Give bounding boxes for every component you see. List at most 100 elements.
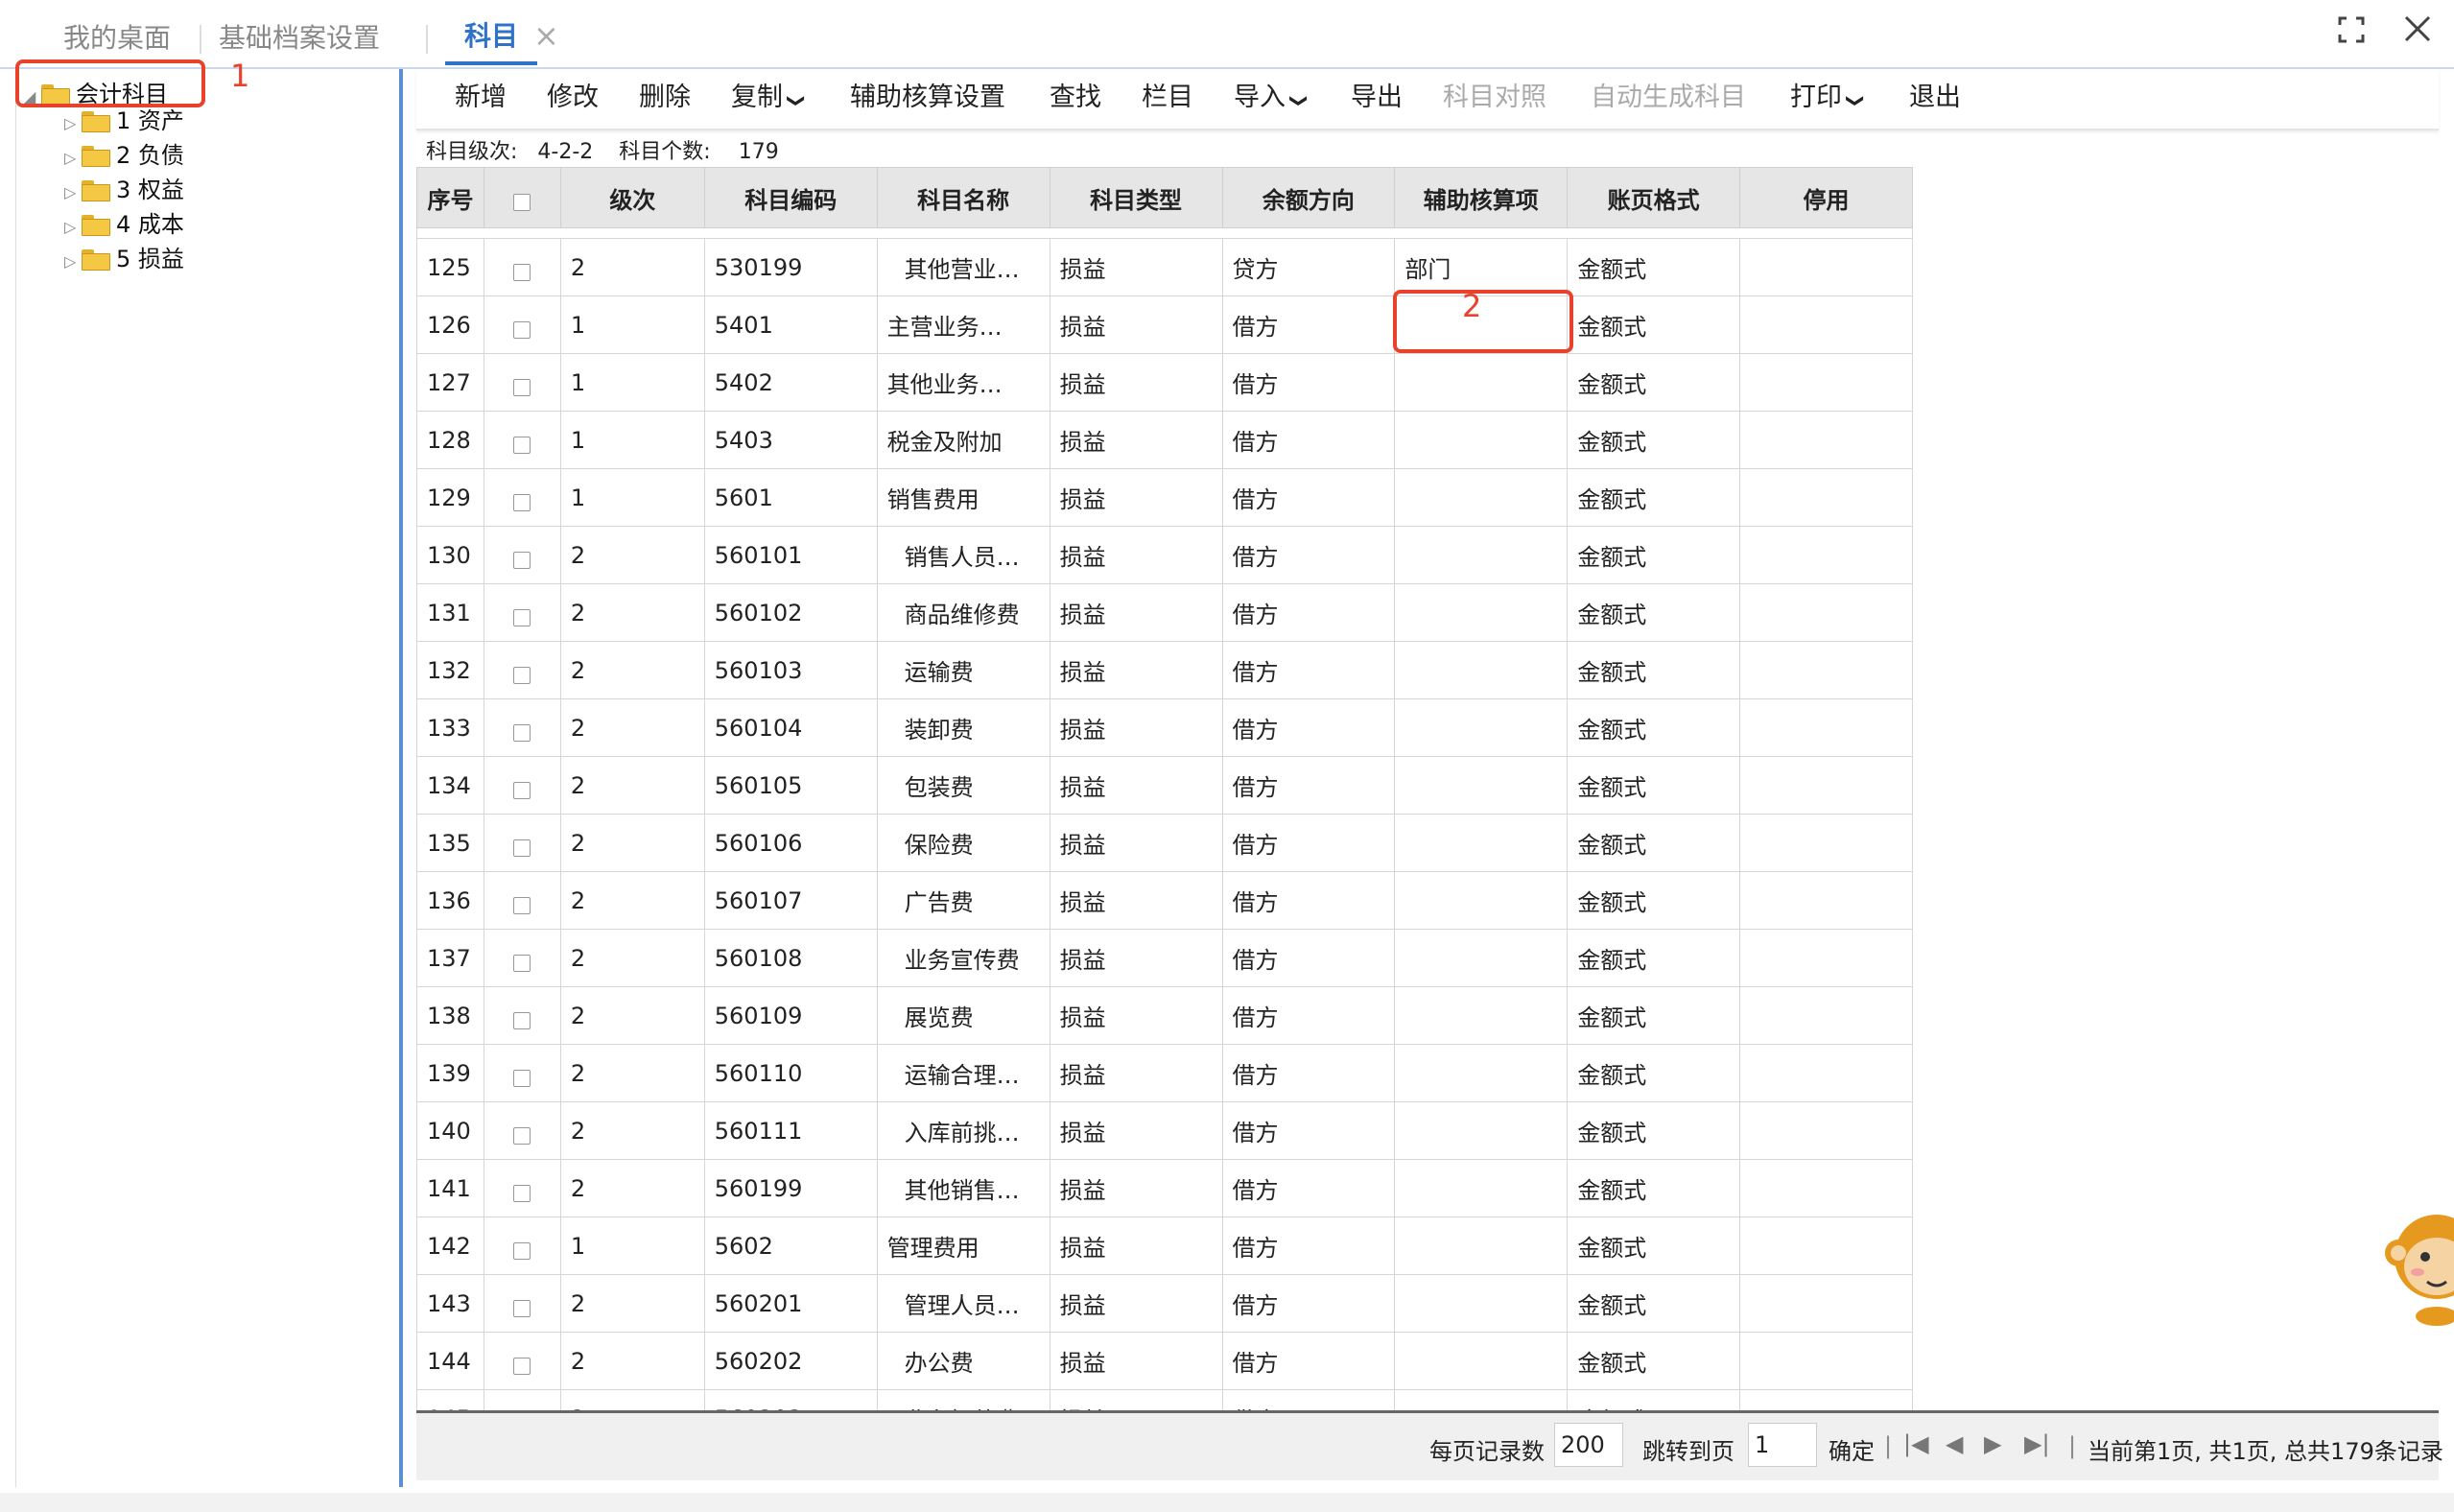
- cell-type[interactable]: 损益: [1049, 411, 1223, 469]
- row-checkbox-input[interactable]: [513, 1184, 531, 1202]
- cell-type[interactable]: 损益: [1049, 814, 1223, 872]
- cell-level[interactable]: 2: [559, 641, 705, 699]
- cell-disabled[interactable]: [1739, 353, 1913, 412]
- cell-ledger-format[interactable]: 金额式: [1567, 1217, 1741, 1275]
- row-checkbox-input[interactable]: [513, 320, 531, 339]
- close-icon[interactable]: ×: [533, 17, 559, 54]
- cell-disabled[interactable]: [1739, 1159, 1913, 1217]
- row-checkbox-input[interactable]: [513, 1069, 531, 1087]
- cell-code[interactable]: 560202: [703, 1332, 878, 1390]
- row-checkbox-input[interactable]: [513, 493, 531, 511]
- columns-button[interactable]: 栏目: [1142, 79, 1193, 117]
- cell-aux-item[interactable]: [1394, 756, 1569, 815]
- cell-ledger-format[interactable]: 金额式: [1567, 929, 1741, 987]
- cell-index[interactable]: 141: [416, 1159, 484, 1217]
- cell-aux-item[interactable]: [1394, 468, 1569, 527]
- cell-disabled[interactable]: [1739, 468, 1913, 527]
- cell-disabled[interactable]: [1739, 526, 1913, 584]
- cell-ledger-format[interactable]: 金额式: [1567, 1044, 1741, 1102]
- cell-level[interactable]: 1: [559, 295, 705, 354]
- cell-name[interactable]: 业务招待费: [876, 1389, 1050, 1410]
- cell-type[interactable]: 损益: [1049, 986, 1223, 1045]
- cell-code[interactable]: 560106: [703, 814, 878, 872]
- cell-aux-item[interactable]: [1394, 1217, 1569, 1275]
- cell-balance-direction[interactable]: 借方: [1221, 929, 1396, 987]
- cell-level[interactable]: 2: [559, 1274, 705, 1333]
- cell-level[interactable]: 2: [559, 526, 705, 584]
- table-row[interactable]: 128 1 5403 税金及附加 损益 借方 金额式: [416, 411, 1913, 469]
- table-row[interactable]: 139 2 560110 运输合理… 损益 借方 金额式: [416, 1044, 1913, 1102]
- row-checkbox-input[interactable]: [513, 1241, 531, 1260]
- cell-code[interactable]: 560108: [703, 929, 878, 987]
- cell-disabled[interactable]: [1739, 1101, 1913, 1160]
- table-row[interactable]: 137 2 560108 业务宣传费 损益 借方 金额式: [416, 929, 1913, 987]
- cell-type[interactable]: 损益: [1049, 238, 1223, 296]
- row-checkbox-input[interactable]: [513, 608, 531, 626]
- cell-aux-item[interactable]: [1394, 1159, 1569, 1217]
- cell-disabled[interactable]: [1739, 986, 1913, 1045]
- cell-name[interactable]: 装卸费: [876, 698, 1050, 757]
- row-checkbox-input[interactable]: [513, 839, 531, 857]
- cell-name[interactable]: 展览费: [876, 986, 1050, 1045]
- cell-aux-item[interactable]: [1394, 526, 1569, 584]
- cell-type[interactable]: 损益: [1049, 756, 1223, 815]
- row-checkbox-input[interactable]: [513, 666, 531, 684]
- cell-code[interactable]: 560104: [703, 698, 878, 757]
- cell-disabled[interactable]: [1739, 1274, 1913, 1333]
- cell-balance-direction[interactable]: 借方: [1221, 641, 1396, 699]
- jump-page-input[interactable]: 1: [1748, 1423, 1817, 1467]
- cell-aux-item[interactable]: [1394, 641, 1569, 699]
- subject-grid[interactable]: 序号 级次 科目编码 科目名称 科目类型 余额方向 辅助核算项 账页格式 停用 …: [416, 167, 1913, 1410]
- confirm-button[interactable]: 确定: [1829, 1432, 1875, 1466]
- table-row[interactable]: 125 2 530199 其他营业… 损益 贷方 部门 金额式: [416, 238, 1913, 296]
- col-header-code[interactable]: 科目编码: [703, 167, 878, 228]
- cell-aux-item[interactable]: [1394, 1101, 1569, 1160]
- cell-ledger-format[interactable]: 金额式: [1567, 526, 1741, 584]
- cell-balance-direction[interactable]: 贷方: [1221, 238, 1396, 296]
- table-row[interactable]: 145 2560203业务招待费损益借方 金额式: [416, 1389, 1913, 1410]
- export-button[interactable]: 导出: [1351, 79, 1403, 117]
- cell-ledger-format[interactable]: 金额式: [1567, 411, 1741, 469]
- cell-ledger-format[interactable]: 金额式: [1567, 871, 1741, 930]
- cell-code[interactable]: 560103: [703, 641, 878, 699]
- table-row[interactable]: 131 2 560102 商品维修费 损益 借方 金额式: [416, 583, 1913, 642]
- cell-name[interactable]: 办公费: [876, 1332, 1050, 1390]
- cell-type[interactable]: 损益: [1049, 1274, 1223, 1333]
- col-header-disabled[interactable]: 停用: [1739, 167, 1913, 228]
- col-header-type[interactable]: 科目类型: [1049, 167, 1223, 228]
- cell-disabled[interactable]: [1739, 1389, 1913, 1410]
- cell-code[interactable]: 560110: [703, 1044, 878, 1102]
- cell-ledger-format[interactable]: 金额式: [1567, 1101, 1741, 1160]
- cell-disabled[interactable]: [1739, 641, 1913, 699]
- cell-index[interactable]: 130: [416, 526, 484, 584]
- cell-name[interactable]: 税金及附加: [876, 411, 1050, 469]
- cell-ledger-format[interactable]: 金额式: [1567, 698, 1741, 757]
- cell-index[interactable]: 143: [416, 1274, 484, 1333]
- cell-balance-direction[interactable]: 借方: [1221, 1332, 1396, 1390]
- cell-type[interactable]: 损益: [1049, 698, 1223, 757]
- cell-type[interactable]: 损益: [1049, 1332, 1223, 1390]
- cell-disabled[interactable]: [1739, 871, 1913, 930]
- table-row[interactable]: 126 1 5401 主营业务… 损益 借方 金额式: [416, 295, 1913, 354]
- cell-balance-direction[interactable]: 借方: [1221, 1389, 1396, 1410]
- cell-code[interactable]: 560107: [703, 871, 878, 930]
- cell-balance-direction[interactable]: 借方: [1221, 468, 1396, 527]
- cell-code[interactable]: 560105: [703, 756, 878, 815]
- close-window-icon[interactable]: [2402, 13, 2433, 53]
- select-all-checkbox[interactable]: [513, 194, 531, 211]
- table-row[interactable]: 133 2 560104 装卸费 损益 借方 金额式: [416, 698, 1913, 757]
- cell-name[interactable]: 其他销售…: [876, 1159, 1050, 1217]
- cell-code[interactable]: 5601: [703, 468, 878, 527]
- table-row[interactable]: 138 2 560109 展览费 损益 借方 金额式: [416, 986, 1913, 1045]
- last-page-icon[interactable]: ▶|: [2024, 1430, 2050, 1457]
- tab-desktop[interactable]: 我的桌面: [63, 13, 171, 63]
- cell-balance-direction[interactable]: 借方: [1221, 526, 1396, 584]
- cell-index[interactable]: 129: [416, 468, 484, 527]
- cell-disabled[interactable]: [1739, 698, 1913, 757]
- cell-aux-item[interactable]: [1394, 986, 1569, 1045]
- cell-type[interactable]: 损益: [1049, 468, 1223, 527]
- table-row[interactable]: 143 2 560201 管理人员… 损益 借方 金额式: [416, 1274, 1913, 1333]
- collapsed-triangle-icon[interactable]: ▷: [64, 247, 82, 277]
- table-row[interactable]: 142 1 5602 管理费用 损益 借方 金额式: [416, 1217, 1913, 1275]
- cell-code[interactable]: 5401: [703, 295, 878, 354]
